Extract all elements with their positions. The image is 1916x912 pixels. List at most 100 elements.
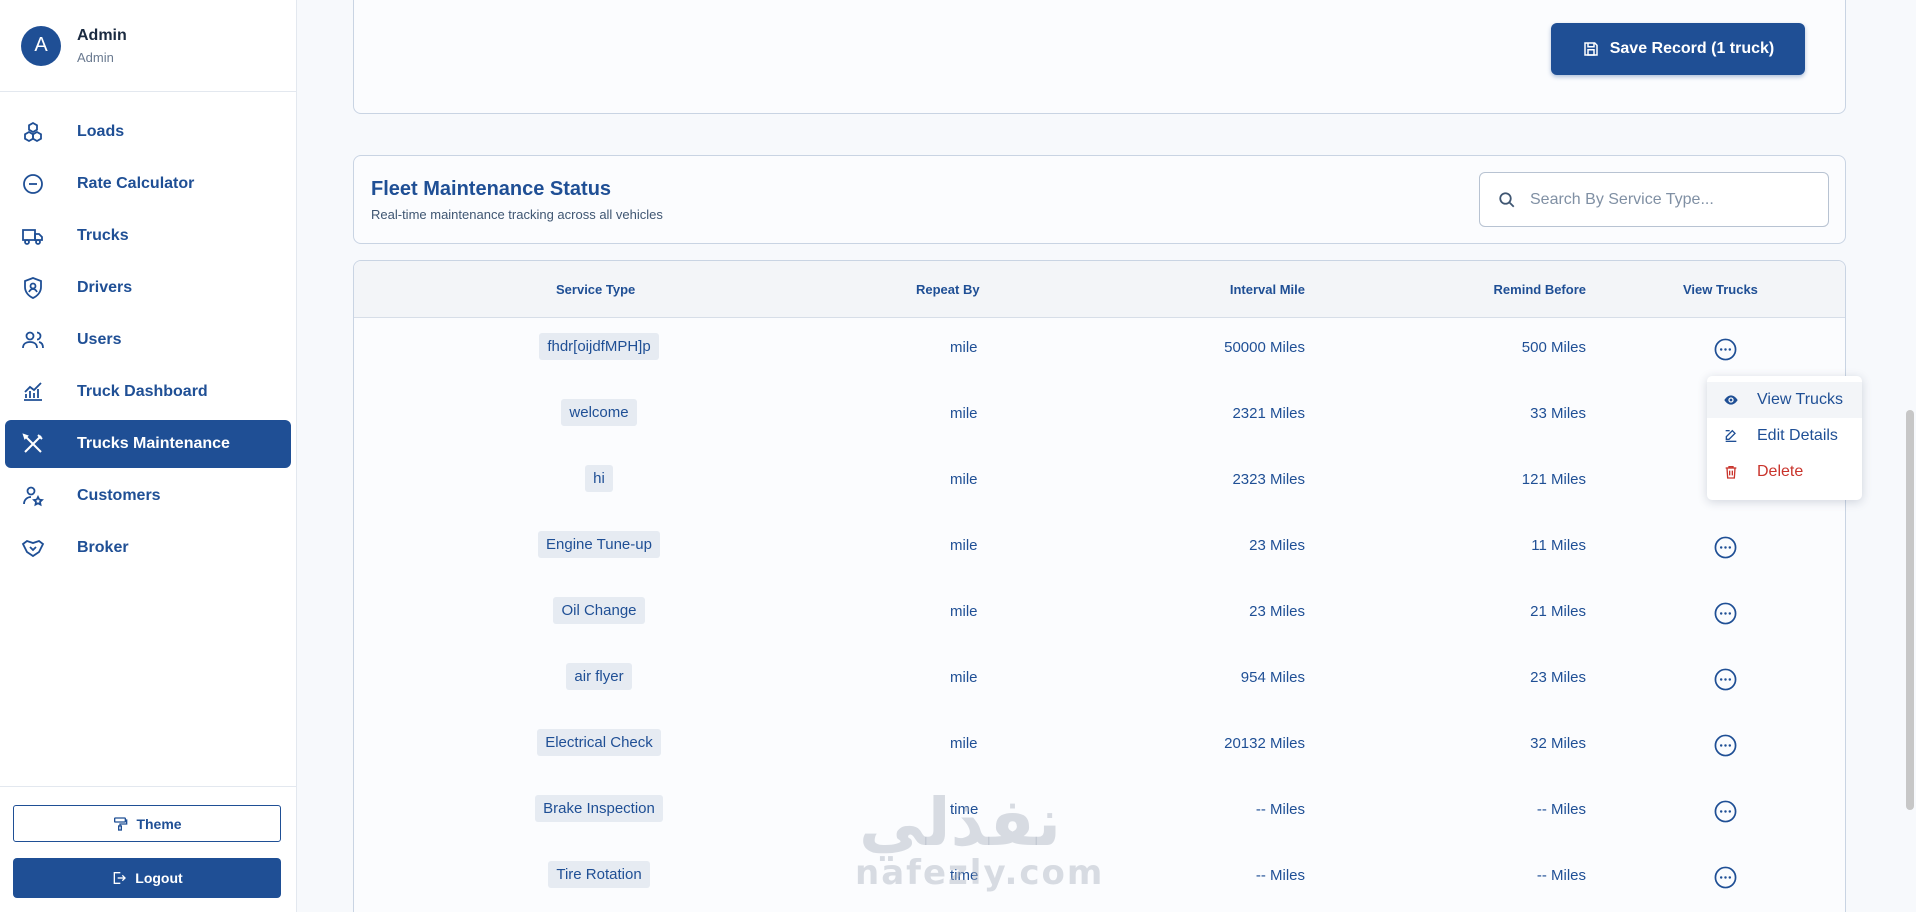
service-type-tag: Electrical Check — [537, 729, 661, 756]
sidebar-item-trucks[interactable]: Trucks — [5, 212, 291, 260]
interval-mile-cell: 954 Miles — [1240, 669, 1305, 686]
interval-mile-cell: 2321 Miles — [1232, 405, 1305, 422]
user-star-icon — [23, 486, 44, 507]
repeat-by-cell: mile — [950, 669, 978, 686]
boxes-icon — [24, 121, 42, 143]
service-type-tag: welcome — [561, 399, 637, 426]
table-row: Brake Inspection time -- Miles -- Miles — [354, 780, 1845, 846]
table-body: fhdr[oijdfMPH]p mile 50000 Miles 500 Miles w… — [354, 318, 1845, 912]
remind-before-cell: 32 Miles — [1530, 735, 1586, 752]
sidebar-footer: Theme Logout — [0, 786, 296, 912]
interval-mile-cell: 50000 Miles — [1224, 339, 1305, 356]
repeat-by-cell: mile — [950, 603, 978, 620]
sidebar-item-trucks-maintenance[interactable]: Trucks Maintenance — [5, 420, 291, 468]
sidebar-item-users[interactable]: Users — [5, 316, 291, 364]
fleet-status-header: Fleet Maintenance Status Real-time maint… — [353, 155, 1846, 244]
table-row: Oil Change mile 23 Miles 21 Miles — [354, 582, 1845, 648]
interval-mile-cell: 2323 Miles — [1232, 471, 1305, 488]
sidebar-item-rate-calculator[interactable]: Rate Calculator — [5, 160, 291, 208]
edit-icon — [1725, 429, 1737, 442]
save-record-button[interactable]: Save Record (1 truck) — [1551, 23, 1805, 75]
table-row: fhdr[oijdfMPH]p mile 50000 Miles 500 Miles — [354, 318, 1845, 384]
sidebar-item-label: Drivers — [77, 279, 133, 296]
sidebar-item-broker[interactable]: Broker — [5, 524, 291, 572]
more-options-icon[interactable] — [1714, 866, 1737, 889]
logout-label: Logout — [135, 870, 183, 886]
table-row: welcome mile 2321 Miles 33 Miles — [354, 384, 1845, 450]
repeat-by-cell: mile — [950, 735, 978, 752]
menu-view-trucks[interactable]: View Trucks — [1707, 382, 1862, 418]
sidebar-item-truck-dashboard[interactable]: Truck Dashboard — [5, 368, 291, 416]
more-options-icon[interactable] — [1714, 734, 1737, 757]
header-remind-before[interactable]: Remind Before — [1494, 282, 1586, 297]
service-type-tag: Tire Rotation — [548, 861, 650, 888]
handshake-icon — [21, 539, 45, 558]
table-row: Electrical Check mile 20132 Miles 32 Miles — [354, 714, 1845, 780]
page-title: Fleet Maintenance Status — [371, 178, 612, 200]
interval-mile-cell: 20132 Miles — [1224, 735, 1305, 752]
menu-edit-label: Edit Details — [1757, 427, 1838, 444]
maintenance-table: Service Type Repeat By Interval Mile Rem… — [353, 260, 1846, 912]
record-card: Save Record (1 truck) — [353, 0, 1846, 114]
more-options-icon[interactable] — [1714, 668, 1737, 691]
repeat-by-cell: time — [950, 801, 979, 818]
truck-icon — [22, 229, 43, 245]
sidebar-item-label: Customers — [77, 487, 161, 504]
profile-role: Admin — [77, 49, 114, 65]
service-type-tag: Oil Change — [553, 597, 645, 624]
more-options-icon[interactable] — [1714, 338, 1737, 361]
header-view-trucks[interactable]: View Trucks — [1683, 282, 1758, 297]
menu-view-label: View Trucks — [1757, 391, 1843, 408]
sidebar-item-label: Users — [77, 331, 122, 348]
theme-button[interactable]: Theme — [13, 805, 281, 842]
save-record-label: Save Record (1 truck) — [1609, 40, 1775, 57]
more-options-icon[interactable] — [1714, 800, 1737, 823]
avatar: A — [21, 25, 61, 66]
search-icon — [1499, 192, 1515, 208]
table-row: air flyer mile 954 Miles 23 Miles — [354, 648, 1845, 714]
page-subtitle: Real-time maintenance tracking across al… — [371, 207, 663, 222]
more-options-icon[interactable] — [1714, 602, 1737, 625]
sidebar-item-label: Loads — [77, 123, 125, 140]
theme-label: Theme — [136, 815, 182, 832]
paint-roller-icon — [114, 816, 128, 831]
sidebar-item-label: Trucks — [77, 227, 129, 244]
table-row: hi mile 2323 Miles 121 Miles — [354, 450, 1845, 516]
sidebar-item-loads[interactable]: Loads — [5, 108, 291, 156]
profile-name: Admin — [77, 26, 127, 44]
sidebar-item-label: Rate Calculator — [77, 175, 195, 192]
repeat-by-cell: mile — [950, 471, 978, 488]
menu-edit-details[interactable]: Edit Details — [1707, 418, 1862, 454]
remind-before-cell: -- Miles — [1536, 801, 1586, 818]
remind-before-cell: 121 Miles — [1521, 471, 1586, 488]
sidebar-nav: Loads Rate Calculator Trucks Drivers Use… — [0, 92, 296, 572]
service-type-tag: Engine Tune-up — [538, 531, 660, 558]
trash-icon — [1725, 466, 1737, 479]
menu-delete[interactable]: Delete — [1707, 454, 1862, 490]
service-type-tag: air flyer — [566, 663, 632, 690]
user-profile: A Admin Admin — [0, 0, 296, 92]
header-interval-mile[interactable]: Interval Mile — [1230, 282, 1305, 297]
interval-mile-cell: -- Miles — [1255, 867, 1305, 884]
interval-mile-cell: -- Miles — [1255, 801, 1305, 818]
eye-icon — [1724, 395, 1738, 405]
logout-button[interactable]: Logout — [13, 858, 281, 898]
sidebar-item-label: Truck Dashboard — [77, 383, 208, 400]
repeat-by-cell: mile — [950, 405, 978, 422]
chart-icon — [24, 382, 42, 401]
sidebar-item-drivers[interactable]: Drivers — [5, 264, 291, 312]
row-actions-menu: View Trucks Edit Details Delete — [1707, 376, 1862, 500]
service-type-tag: fhdr[oijdfMPH]p — [539, 333, 659, 360]
interval-mile-cell: 23 Miles — [1249, 537, 1305, 554]
service-type-tag: hi — [585, 465, 613, 492]
remind-before-cell: 23 Miles — [1530, 669, 1586, 686]
more-options-icon[interactable] — [1714, 536, 1737, 559]
repeat-by-cell: mile — [950, 537, 978, 554]
header-service-type[interactable]: Service Type — [556, 282, 635, 297]
page-scrollbar[interactable] — [1906, 410, 1914, 810]
table-row: Tire Rotation time -- Miles -- Miles — [354, 846, 1845, 912]
menu-delete-label: Delete — [1757, 463, 1804, 480]
search-input[interactable] — [1530, 181, 1820, 219]
header-repeat-by[interactable]: Repeat By — [916, 282, 980, 297]
sidebar-item-customers[interactable]: Customers — [5, 472, 291, 520]
